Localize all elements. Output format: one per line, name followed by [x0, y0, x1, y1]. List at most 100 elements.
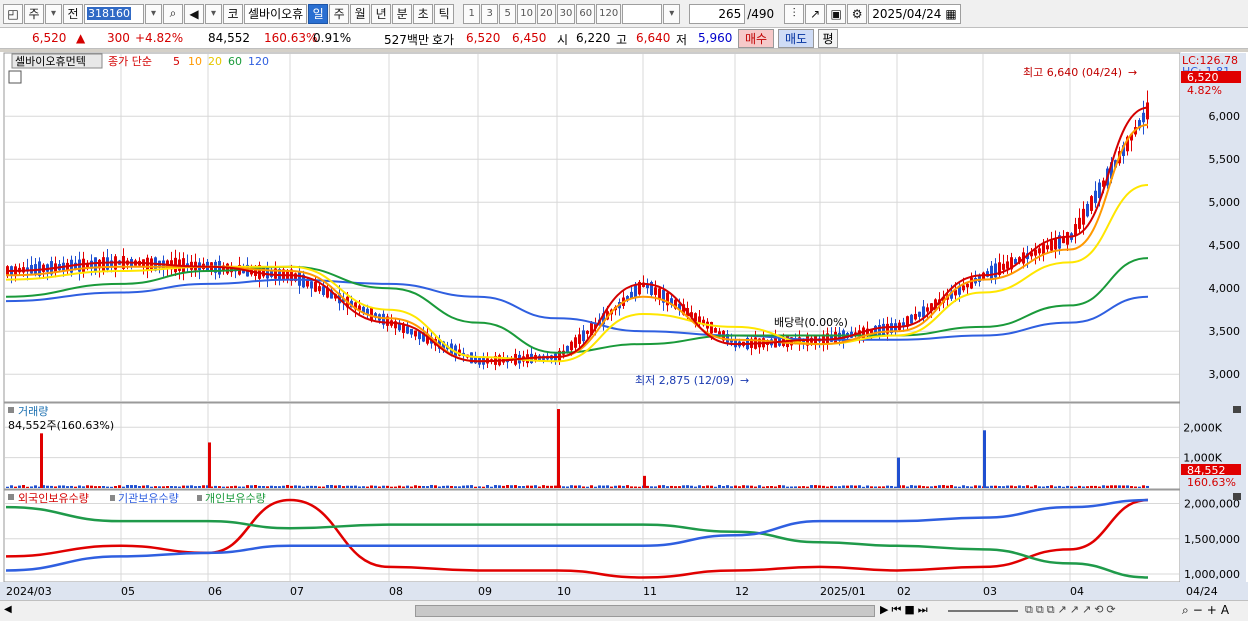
- calendar-icon[interactable]: ▦: [945, 7, 956, 21]
- tool-icons[interactable]: ⧉⧉⧉↗↗↗⟲⟳: [1025, 603, 1119, 617]
- volume-bar: [950, 485, 953, 488]
- buy-button[interactable]: 매수: [738, 29, 774, 48]
- volume-bar: [118, 485, 121, 488]
- zoom-slider[interactable]: [948, 610, 1018, 612]
- volume-bar: [626, 485, 629, 488]
- volume-bar: [1114, 485, 1117, 488]
- ma5-legend[interactable]: 5: [173, 55, 180, 68]
- chart-canvas[interactable]: 3,000 3,500 4,000 4,500 5,000 5,500 6,000 1,000…: [0, 52, 1248, 600]
- interval-button[interactable]: 10: [517, 3, 536, 24]
- volume-bar: [1062, 486, 1065, 488]
- panel-marker: [197, 495, 202, 501]
- search-icon[interactable]: ⌕: [163, 3, 183, 24]
- panel-close-icon[interactable]: [1233, 406, 1241, 413]
- scroll-left-icon[interactable]: ◀: [4, 604, 12, 615]
- volume-bar: [622, 485, 625, 488]
- code-dropdown-icon[interactable]: ▾: [145, 3, 162, 24]
- volume-bar: [1130, 486, 1133, 488]
- exchange-button[interactable]: 코: [223, 3, 243, 24]
- volume-bar: [26, 486, 29, 488]
- tab-period-minute[interactable]: 분: [392, 3, 413, 24]
- institution-legend[interactable]: 기관보유수량: [118, 492, 179, 505]
- layout-icon[interactable]: ◰: [3, 3, 23, 24]
- volume-bar: [162, 486, 165, 488]
- candle-icon[interactable]: ⫶: [784, 3, 805, 24]
- eval-button[interactable]: 평: [818, 29, 838, 48]
- scrollbar-thumb[interactable]: [415, 605, 875, 617]
- speaker-dropdown-icon[interactable]: ▾: [205, 3, 222, 24]
- interval-button[interactable]: 30: [556, 3, 576, 24]
- candle-body: [1062, 237, 1065, 244]
- volume-bar: [778, 485, 781, 488]
- drawing-icon[interactable]: ↗: [805, 3, 826, 24]
- gear-icon[interactable]: ⚙: [847, 3, 868, 24]
- current-pct-tag: 4.82%: [1187, 84, 1222, 97]
- playback-controls[interactable]: ▶⏮■⏭: [880, 603, 931, 617]
- ma10-legend[interactable]: 10: [188, 55, 202, 68]
- tab-period-day[interactable]: 일: [308, 3, 329, 24]
- tab-period-tick[interactable]: 틱: [434, 3, 455, 24]
- interval-button[interactable]: 5: [499, 3, 517, 24]
- volume-bar: [130, 485, 133, 488]
- volume-bar: [946, 485, 949, 488]
- interval-dropdown-icon[interactable]: ▾: [663, 3, 681, 24]
- dividend-annotation: 배당락(0.00%): [774, 316, 848, 329]
- volume-bar: [934, 485, 937, 488]
- interval-button[interactable]: 60: [576, 3, 596, 24]
- volume-bar: [738, 486, 741, 488]
- interval-button[interactable]: 3: [481, 3, 499, 24]
- tab-period-week[interactable]: 주: [329, 3, 350, 24]
- volume-bar: [158, 486, 161, 488]
- volume-bar: [590, 485, 593, 488]
- chevron-down-icon[interactable]: ▾: [45, 3, 62, 24]
- tab-period-month[interactable]: 월: [350, 3, 371, 24]
- ma120-legend[interactable]: 120: [248, 55, 269, 68]
- panel-close-icon[interactable]: [1233, 493, 1241, 500]
- volume-bar: [514, 485, 517, 488]
- volume-bar: [1014, 486, 1017, 488]
- low-arrow-icon: →: [740, 374, 749, 387]
- prev-button[interactable]: 전: [63, 3, 83, 24]
- tab-period-year[interactable]: 년: [371, 3, 392, 24]
- volume-bar: [1046, 485, 1049, 488]
- tab-period-second[interactable]: 초: [413, 3, 434, 24]
- volume-bar: [998, 486, 1001, 488]
- interval-button[interactable]: 120: [596, 3, 622, 24]
- candle-body: [1066, 232, 1069, 245]
- count-input[interactable]: 265: [689, 3, 746, 24]
- volume-bar: [906, 486, 909, 488]
- stock-name-field[interactable]: 셀바이오휴: [244, 3, 308, 24]
- ma-label[interactable]: 종가 단순: [108, 55, 152, 68]
- ma20-legend[interactable]: 20: [208, 55, 222, 68]
- zoom-icons[interactable]: ⌕−+A: [1182, 603, 1233, 618]
- volume-bar: [262, 486, 265, 488]
- stock-chart[interactable]: 3,000 3,500 4,000 4,500 5,000 5,500 6,000 1,000…: [0, 52, 1248, 600]
- volume-bar: [654, 486, 657, 488]
- volume-bar: [754, 486, 757, 488]
- speaker-icon[interactable]: ◀: [184, 3, 204, 24]
- custom-interval-input[interactable]: [622, 3, 663, 24]
- volume-bar: [434, 485, 437, 488]
- y-tick-label: 5,500: [1209, 153, 1241, 166]
- market-button[interactable]: 주: [24, 3, 44, 24]
- volume-bar: [570, 485, 573, 488]
- interval-button[interactable]: 1: [463, 3, 481, 24]
- date-input[interactable]: 2025/04/24 ▦: [868, 3, 961, 24]
- calculator-icon[interactable]: [8, 70, 22, 84]
- volume-bar: [614, 485, 617, 488]
- volume-title[interactable]: 거래량: [18, 405, 48, 418]
- candle-body: [406, 326, 409, 334]
- stock-code-input[interactable]: 318160: [84, 3, 144, 24]
- volume-bar: [270, 485, 273, 488]
- individual-legend[interactable]: 개인보유수량: [205, 492, 266, 505]
- foreign-legend[interactable]: 외국인보유수량: [18, 492, 89, 505]
- ma60-legend[interactable]: 60: [228, 55, 242, 68]
- volume-bar: [274, 486, 277, 488]
- candle-body: [1074, 224, 1077, 236]
- save-icon[interactable]: ▣: [826, 3, 847, 24]
- volume-bar: [582, 486, 585, 488]
- volume-bar: [742, 485, 745, 488]
- sell-button[interactable]: 매도: [778, 29, 814, 48]
- volume-bar: [174, 486, 177, 488]
- interval-button[interactable]: 20: [536, 3, 556, 24]
